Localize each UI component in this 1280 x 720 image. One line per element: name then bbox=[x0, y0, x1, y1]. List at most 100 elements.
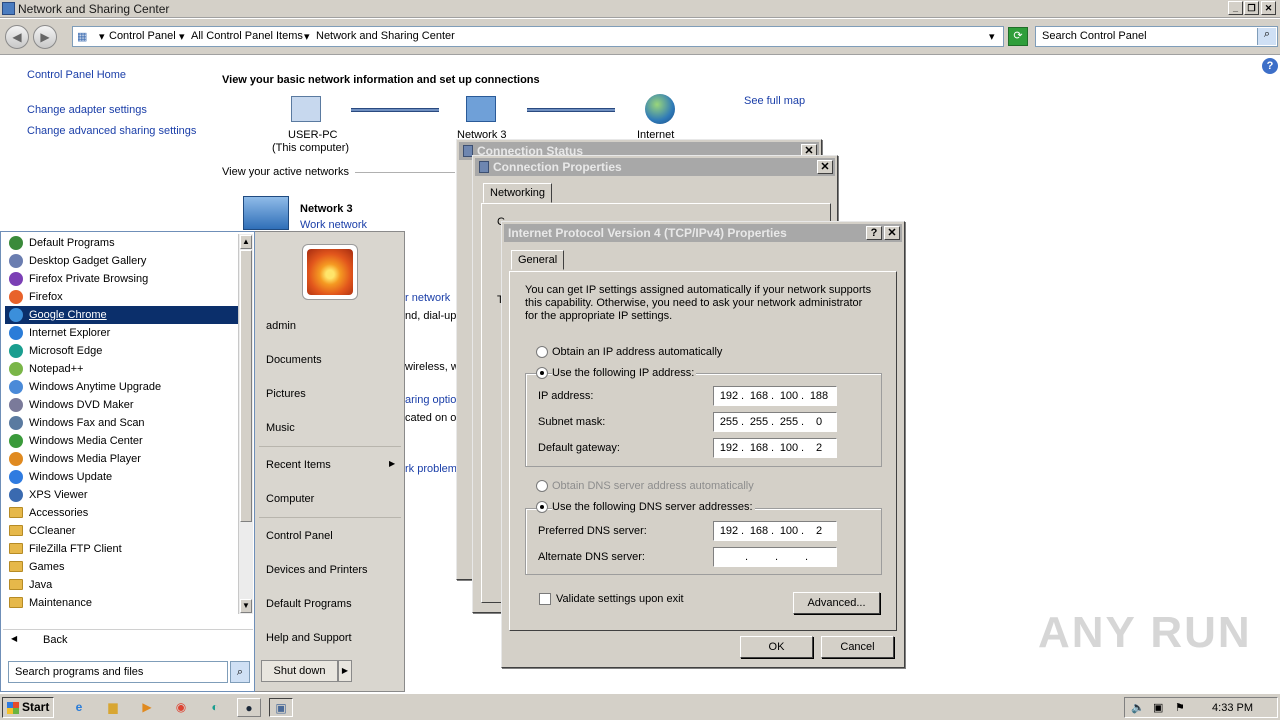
program-item[interactable]: Windows Update bbox=[5, 468, 239, 486]
program-item[interactable]: Java bbox=[5, 576, 239, 594]
refresh-button[interactable]: ⟳ bbox=[1008, 27, 1028, 46]
validate-label[interactable]: Validate settings upon exit bbox=[556, 593, 684, 605]
obtain-ip-auto-label[interactable]: Obtain an IP address automatically bbox=[552, 346, 722, 358]
breadcrumb-network-center[interactable]: Network and Sharing Center bbox=[316, 30, 455, 42]
minimize-button[interactable]: _ bbox=[1228, 1, 1243, 15]
start-item-user[interactable]: admin bbox=[266, 320, 296, 332]
address-dropdown-icon[interactable]: ▾ bbox=[989, 30, 995, 43]
scroll-thumb[interactable] bbox=[240, 250, 252, 522]
start-item-control-panel[interactable]: Control Panel bbox=[266, 530, 333, 542]
chrome-icon[interactable]: ◉ bbox=[171, 698, 191, 717]
start-item-pictures[interactable]: Pictures bbox=[266, 388, 306, 400]
edge-icon[interactable]: ◐ bbox=[205, 698, 225, 717]
use-following-dns-radio[interactable] bbox=[536, 501, 548, 513]
breadcrumb-separator-icon[interactable]: ▾ bbox=[179, 30, 185, 43]
tab-general[interactable]: General bbox=[511, 250, 565, 270]
steam-icon[interactable]: ● bbox=[237, 698, 261, 717]
avatar[interactable] bbox=[302, 244, 358, 300]
program-item[interactable]: Windows Media Center bbox=[5, 432, 239, 450]
address-bar[interactable]: ▦ ▾ Control Panel ▾ All Control Panel It… bbox=[72, 26, 1004, 47]
alternate-dns-field[interactable]: ... bbox=[713, 547, 837, 567]
partial-text[interactable]: aring optio bbox=[405, 394, 456, 406]
clock[interactable]: 4:33 PM bbox=[1212, 702, 1253, 714]
breadcrumb-separator-icon[interactable]: ▾ bbox=[304, 30, 310, 43]
program-item[interactable]: Windows Media Player bbox=[5, 450, 239, 468]
start-item-help[interactable]: Help and Support bbox=[266, 632, 352, 644]
shutdown-options-icon[interactable]: ▶ bbox=[338, 660, 352, 682]
program-search-input[interactable]: Search programs and files bbox=[8, 661, 228, 683]
network-center-taskbar-icon[interactable]: ▣ bbox=[269, 698, 293, 717]
validate-checkbox[interactable] bbox=[539, 593, 551, 605]
search-icon[interactable]: ⌕ bbox=[230, 661, 250, 683]
shutdown-button[interactable]: Shut down bbox=[261, 660, 338, 682]
program-item[interactable]: Windows DVD Maker bbox=[5, 396, 239, 414]
preferred-dns-field[interactable]: 192. 168. 100. 2 bbox=[713, 521, 837, 541]
program-item[interactable]: FileZilla FTP Client bbox=[5, 540, 239, 558]
program-item[interactable]: Google Chrome bbox=[5, 306, 239, 324]
cancel-button[interactable]: Cancel bbox=[821, 636, 894, 658]
explorer-icon[interactable]: ▆ bbox=[103, 698, 123, 717]
program-item[interactable]: Maintenance bbox=[5, 594, 239, 612]
program-item[interactable]: Windows Fax and Scan bbox=[5, 414, 239, 432]
program-item[interactable]: Desktop Gadget Gallery bbox=[5, 252, 239, 270]
start-item-devices[interactable]: Devices and Printers bbox=[266, 564, 368, 576]
back-button[interactable]: ◀ Back bbox=[3, 629, 253, 651]
obtain-dns-auto-radio[interactable] bbox=[536, 480, 548, 492]
program-item[interactable]: Accessories bbox=[5, 504, 239, 522]
program-item[interactable]: Internet Explorer bbox=[5, 324, 239, 342]
ie-icon[interactable]: e bbox=[69, 698, 89, 717]
start-item-documents[interactable]: Documents bbox=[266, 354, 322, 366]
obtain-ip-auto-radio[interactable] bbox=[536, 346, 548, 358]
sidebar-item-adapter[interactable]: Change adapter settings bbox=[27, 104, 147, 116]
start-item-recent[interactable]: Recent Items bbox=[266, 459, 331, 471]
start-item-default-programs[interactable]: Default Programs bbox=[266, 598, 352, 610]
search-input[interactable]: Search Control Panel ⌕ bbox=[1035, 26, 1278, 47]
sidebar-item-home[interactable]: Control Panel Home bbox=[27, 69, 126, 81]
program-item[interactable]: Microsoft Edge bbox=[5, 342, 239, 360]
active-network-type[interactable]: Work network bbox=[300, 219, 367, 231]
use-following-dns-label[interactable]: Use the following DNS server addresses: bbox=[552, 501, 755, 513]
start-item-computer[interactable]: Computer bbox=[266, 493, 314, 505]
close-button[interactable]: ✕ bbox=[817, 160, 833, 174]
close-button[interactable]: ✕ bbox=[884, 226, 900, 240]
program-item[interactable]: XPS Viewer bbox=[5, 486, 239, 504]
tab-networking[interactable]: Networking bbox=[483, 183, 553, 203]
default-gateway-field[interactable]: 192. 168. 100. 2 bbox=[713, 438, 837, 458]
scroll-down-icon[interactable]: ▼ bbox=[240, 599, 252, 613]
program-item[interactable]: Firefox bbox=[5, 288, 239, 306]
media-player-icon[interactable]: ▶ bbox=[137, 698, 157, 717]
flag-icon[interactable]: ⚑ bbox=[1175, 701, 1185, 714]
scroll-up-icon[interactable]: ▲ bbox=[240, 235, 252, 249]
maximize-button[interactable]: ❐ bbox=[1244, 1, 1259, 15]
breadcrumb-control-panel[interactable]: Control Panel bbox=[109, 30, 176, 42]
subnet-mask-field[interactable]: 255. 255. 255. 0 bbox=[713, 412, 837, 432]
back-button[interactable]: ◀ bbox=[5, 25, 29, 49]
sidebar-item-sharing[interactable]: Change advanced sharing settings bbox=[27, 125, 196, 137]
start-item-music[interactable]: Music bbox=[266, 422, 295, 434]
program-item[interactable]: Firefox Private Browsing bbox=[5, 270, 239, 288]
breadcrumb-separator-icon[interactable]: ▾ bbox=[99, 30, 105, 43]
obtain-dns-auto-label[interactable]: Obtain DNS server address automatically bbox=[552, 480, 754, 492]
program-item[interactable]: Windows Anytime Upgrade bbox=[5, 378, 239, 396]
program-item[interactable]: Games bbox=[5, 558, 239, 576]
forward-button[interactable]: ▶ bbox=[33, 25, 57, 49]
use-following-ip-label[interactable]: Use the following IP address: bbox=[552, 367, 697, 379]
program-item[interactable]: Default Programs bbox=[5, 234, 239, 252]
see-full-map-link[interactable]: See full map bbox=[744, 95, 805, 107]
volume-icon[interactable]: 🔈 bbox=[1131, 701, 1145, 714]
start-button[interactable]: Start bbox=[2, 697, 54, 718]
breadcrumb-all-items[interactable]: All Control Panel Items bbox=[191, 30, 303, 42]
partial-text[interactable]: rk problem bbox=[405, 463, 457, 475]
program-scrollbar[interactable]: ▲ ▼ bbox=[238, 234, 253, 614]
program-item[interactable]: CCleaner bbox=[5, 522, 239, 540]
search-icon[interactable]: ⌕ bbox=[1257, 28, 1276, 45]
help-button[interactable]: ? bbox=[866, 226, 882, 240]
ok-button[interactable]: OK bbox=[740, 636, 813, 658]
partial-text[interactable]: r network bbox=[405, 292, 450, 304]
use-following-ip-radio[interactable] bbox=[536, 367, 548, 379]
close-button[interactable]: ✕ bbox=[1261, 1, 1276, 15]
network-tray-icon[interactable]: ▣ bbox=[1153, 701, 1163, 714]
ip-address-field[interactable]: 192. 168. 100. 188 bbox=[713, 386, 837, 406]
advanced-button[interactable]: Advanced... bbox=[793, 592, 880, 614]
help-icon[interactable]: ? bbox=[1262, 58, 1278, 74]
